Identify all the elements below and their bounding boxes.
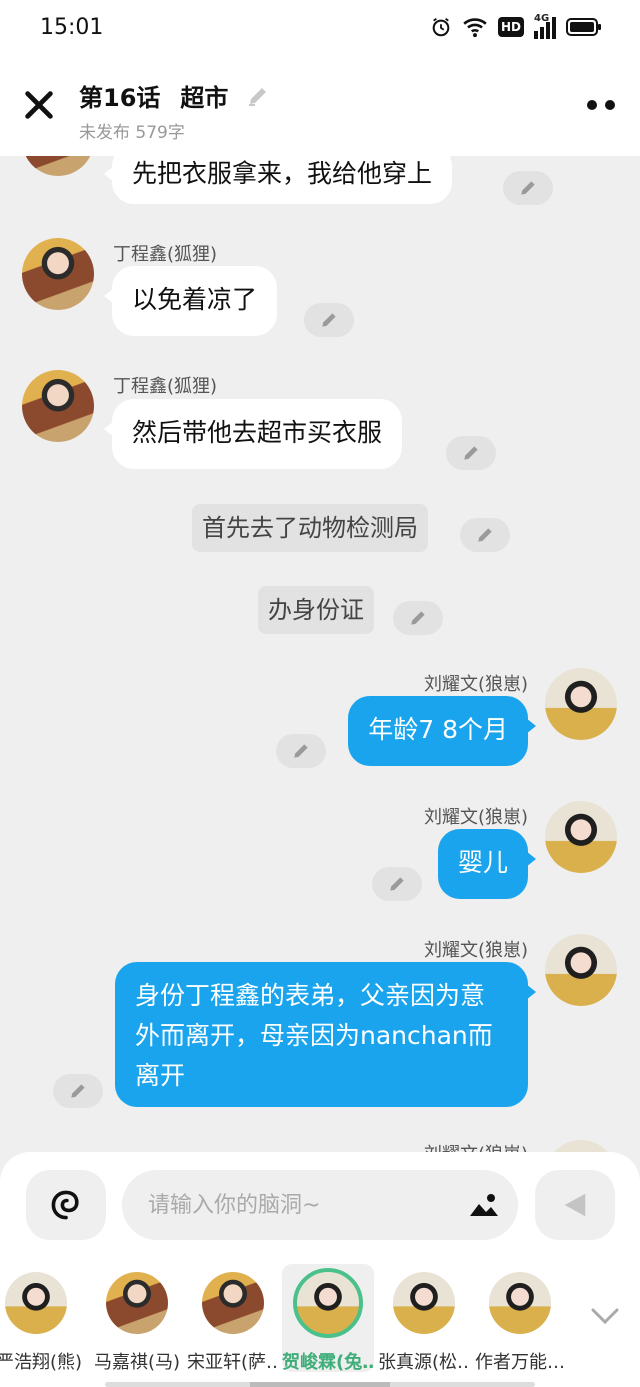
- hd-badge: HD: [497, 17, 524, 37]
- edit-message-button[interactable]: [304, 303, 354, 337]
- pencil-icon: [478, 528, 492, 542]
- wifi-icon: [463, 18, 487, 38]
- chapter-title: 超市: [180, 84, 229, 112]
- avatar[interactable]: [22, 370, 94, 442]
- avatar: [489, 1272, 551, 1334]
- character-name: 刘耀文(狼崽): [423, 674, 528, 695]
- chapter-status: 未发布 579字: [79, 123, 185, 143]
- voice-button[interactable]: [26, 1170, 106, 1240]
- message-bubble[interactable]: 然后带他去超市买衣服: [103, 399, 403, 469]
- send-icon: [564, 1193, 586, 1217]
- message-bubble[interactable]: 身份丁程鑫的表弟，父亲因为意外而离开，母亲因为nanchan而离开: [115, 962, 536, 1107]
- edit-message-button[interactable]: [446, 436, 496, 470]
- character-label: 作者万能…: [475, 1352, 565, 1373]
- edit-message-button[interactable]: [503, 171, 553, 205]
- pencil-icon: [294, 744, 308, 758]
- avatar[interactable]: [545, 668, 617, 740]
- close-icon[interactable]: [22, 88, 56, 122]
- idea-input[interactable]: [148, 1170, 448, 1240]
- pencil-icon: [464, 446, 478, 460]
- page-title: 第16话 超市: [79, 78, 270, 113]
- edit-message-button[interactable]: [393, 601, 443, 635]
- avatar: [393, 1272, 455, 1334]
- message-bubble[interactable]: 婴儿: [437, 829, 537, 899]
- character-label: 贺峻霖(兔…: [282, 1352, 374, 1373]
- narration-bubble[interactable]: 办身份证: [258, 586, 374, 634]
- composer: 严浩翔(熊) 马嘉祺(马) 宋亚轩(萨… 贺峻霖(兔… 张真源(松… 作者万能…: [0, 1152, 640, 1387]
- character-tab[interactable]: 严浩翔(熊): [0, 1264, 82, 1374]
- character-label: 马嘉祺(马): [93, 1352, 181, 1373]
- chapter-number: 第16话: [79, 84, 161, 112]
- avatar: [5, 1272, 67, 1334]
- avatar: [106, 1272, 168, 1334]
- character-name: 刘耀文(狼崽): [423, 940, 528, 961]
- edit-message-button[interactable]: [460, 518, 510, 552]
- character-tab[interactable]: 马嘉祺(马): [91, 1264, 183, 1374]
- scrollbar[interactable]: [105, 1382, 535, 1387]
- avatar[interactable]: [545, 934, 617, 1006]
- network-label: 4G: [534, 13, 550, 24]
- swirl-icon: [51, 1190, 79, 1220]
- message-bubble[interactable]: 以免着凉了: [103, 266, 278, 336]
- edit-message-button[interactable]: [276, 734, 326, 768]
- status-bar: 15:01 HD 4G: [0, 0, 640, 58]
- chapter-header: 第16话 超市 未发布 579字: [0, 58, 640, 156]
- avatar[interactable]: [545, 1140, 617, 1152]
- alarm-icon: [432, 17, 450, 37]
- status-time: 15:01: [40, 15, 104, 40]
- character-tab[interactable]: 作者万能…: [474, 1264, 566, 1374]
- character-tab-selected[interactable]: 贺峻霖(兔…: [282, 1264, 374, 1373]
- chat-area[interactable]: 先把衣服拿来，我给他穿上 丁程鑫(狐狸) 以免着凉了 丁程鑫(狐狸) 然后带他去…: [0, 156, 640, 1152]
- character-label: 严浩翔(熊): [0, 1352, 82, 1373]
- avatar: [202, 1272, 264, 1334]
- character-name: 丁程鑫(狐狸): [113, 244, 218, 265]
- narration-bubble[interactable]: 首先去了动物检测局: [192, 504, 428, 552]
- character-picker: 严浩翔(熊) 马嘉祺(马) 宋亚轩(萨… 贺峻霖(兔… 张真源(松… 作者万能…: [0, 1256, 640, 1376]
- status-icons: HD 4G: [430, 13, 602, 40]
- edit-title-icon[interactable]: [246, 84, 270, 108]
- edit-message-button[interactable]: [372, 867, 422, 901]
- avatar[interactable]: [22, 156, 94, 176]
- avatar: [293, 1268, 363, 1338]
- send-button[interactable]: [535, 1170, 615, 1240]
- character-label: 张真源(松…: [378, 1352, 470, 1373]
- message-bubble[interactable]: 年龄7 8个月: [348, 696, 536, 766]
- pencil-icon: [521, 181, 535, 195]
- character-label: 宋亚轩(萨…: [187, 1352, 279, 1373]
- edit-message-button[interactable]: [53, 1074, 103, 1108]
- battery-icon: [566, 18, 601, 36]
- chevron-down-icon[interactable]: [590, 1306, 620, 1326]
- character-name: 刘耀文(狼崽): [423, 807, 528, 828]
- message-bubble[interactable]: 先把衣服拿来，我给他穿上: [103, 156, 453, 204]
- pencil-icon: [322, 313, 336, 327]
- image-icon[interactable]: [468, 1190, 500, 1220]
- pencil-icon: [390, 877, 404, 891]
- character-name: 丁程鑫(狐狸): [113, 376, 218, 397]
- pencil-icon: [411, 611, 425, 625]
- character-tab[interactable]: 宋亚轩(萨…: [187, 1264, 279, 1374]
- scroll-thumb[interactable]: [250, 1382, 390, 1387]
- character-name: 刘耀文(狼崽): [424, 1140, 528, 1152]
- avatar[interactable]: [545, 801, 617, 873]
- signal-icon: 4G: [534, 13, 556, 39]
- more-icon[interactable]: [586, 98, 616, 112]
- input-container: [122, 1170, 518, 1240]
- pencil-icon: [71, 1084, 85, 1098]
- avatar[interactable]: [22, 238, 94, 310]
- character-tab[interactable]: 张真源(松…: [378, 1264, 470, 1374]
